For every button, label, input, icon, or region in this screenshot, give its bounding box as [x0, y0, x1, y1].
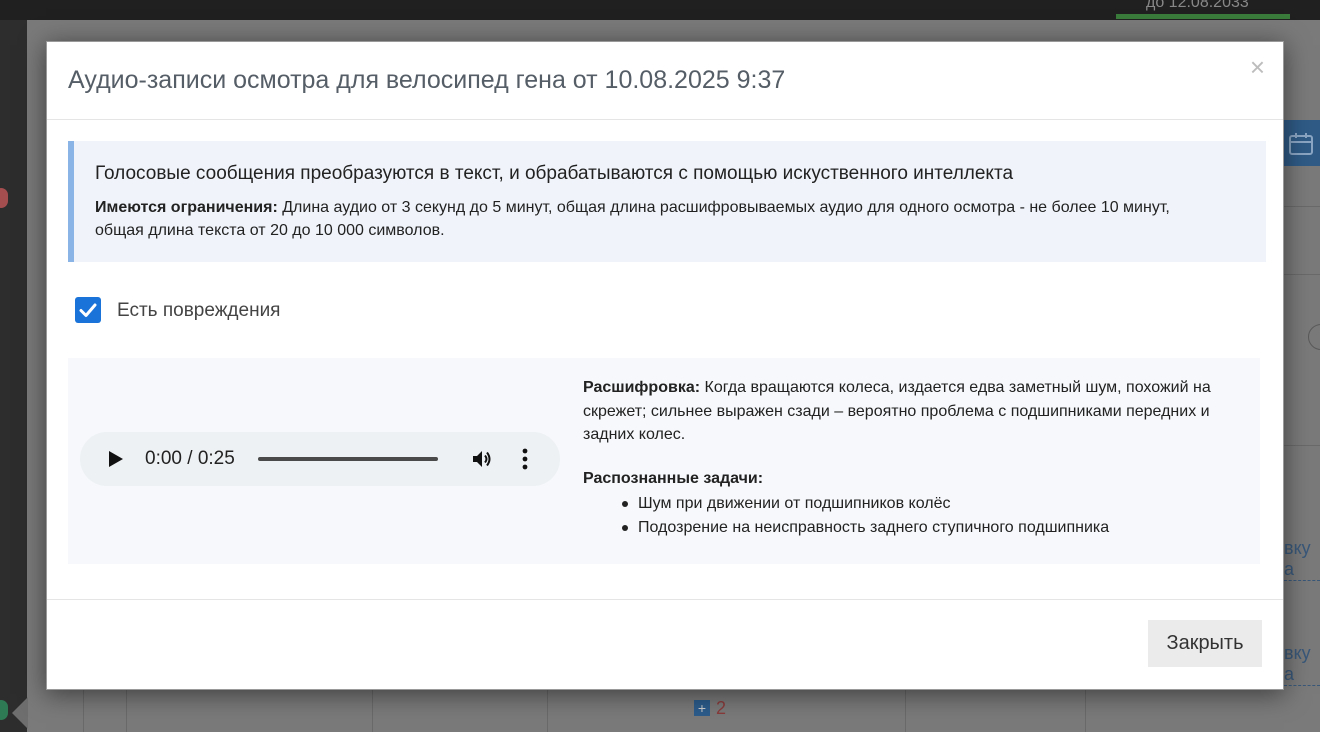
recognized-tasks-title: Распознанные задачи: — [583, 470, 764, 487]
audio-record-card: 0:00 / 0:25 Расшифровка: Когда вращаются… — [68, 358, 1260, 564]
damage-checkbox-label[interactable]: Есть повреждения — [117, 300, 280, 322]
background-progress-bar — [1116, 14, 1290, 19]
task-item: Шум при движении от подшипников колёс — [621, 492, 1109, 516]
restrictions-label: Имеются ограничения: — [95, 199, 278, 216]
transcript: Расшифровка: Когда вращаются колеса, изд… — [583, 376, 1243, 447]
info-alert: Голосовые сообщения преобразуются в текс… — [68, 141, 1266, 262]
background-sidebar — [0, 20, 27, 732]
background-link: вку а — [1284, 538, 1320, 581]
info-heading: Голосовые сообщения преобразуются в текс… — [95, 163, 1014, 184]
background-arrow-icon — [12, 697, 28, 729]
more-options-icon[interactable] — [520, 447, 530, 476]
background-divider — [1282, 206, 1320, 207]
volume-icon[interactable] — [470, 447, 494, 476]
checkmark-icon — [79, 303, 97, 317]
background-calendar-button — [1282, 120, 1320, 166]
calendar-icon — [1289, 133, 1313, 155]
audio-player[interactable]: 0:00 / 0:25 — [80, 432, 560, 486]
background-count: 2 — [716, 698, 727, 718]
background-date-label: до 12.08.2033 — [1146, 0, 1249, 11]
close-button[interactable]: Закрыть — [1148, 620, 1262, 667]
audio-time: 0:00 / 0:25 — [145, 448, 235, 469]
close-icon[interactable]: × — [1250, 54, 1265, 80]
audio-records-modal: Аудио-записи осмотра для велосипед гена … — [46, 41, 1284, 690]
modal-title: Аудио-записи осмотра для велосипед гена … — [68, 66, 786, 94]
info-restrictions: Имеются ограничения: Длина аудио от 3 се… — [95, 196, 1215, 242]
transcript-label: Расшифровка: — [583, 379, 701, 396]
background-divider — [1282, 274, 1320, 275]
damage-checkbox[interactable] — [75, 297, 101, 323]
background-divider — [1282, 445, 1320, 446]
recognized-tasks-list: Шум при движении от подшипников колёс По… — [621, 492, 1109, 540]
modal-header: Аудио-записи осмотра для велосипед гена … — [47, 42, 1283, 120]
background-link: вку а — [1284, 643, 1320, 686]
play-icon[interactable] — [108, 450, 124, 473]
task-item: Подозрение на неисправность заднего ступ… — [621, 516, 1109, 540]
background-plus-icon: + — [694, 700, 710, 716]
audio-progress-bar[interactable] — [258, 457, 438, 461]
modal-footer: Закрыть — [47, 599, 1283, 690]
background-table-row — [57, 688, 1320, 732]
